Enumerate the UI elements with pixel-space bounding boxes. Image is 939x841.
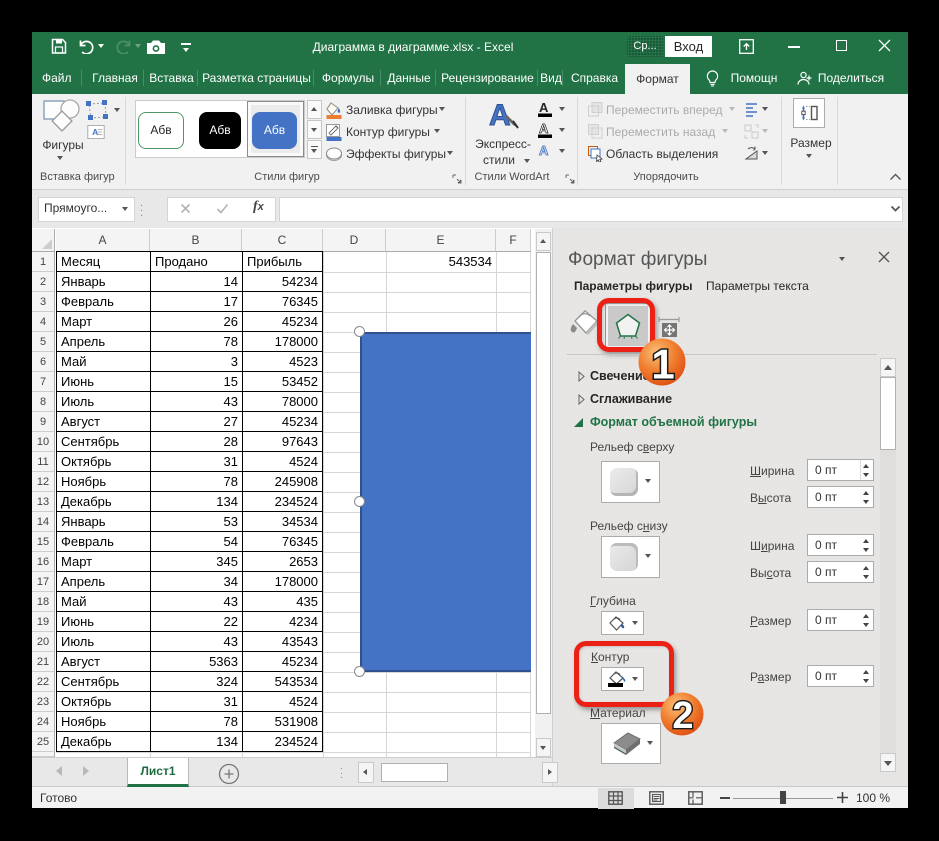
svg-text:А: А [539, 143, 549, 158]
svg-text:А: А [539, 100, 549, 115]
svg-text:2: 2 [672, 695, 693, 736]
svg-text:1: 1 [651, 341, 674, 387]
svg-text:А: А [489, 99, 511, 131]
svg-text:A: A [92, 127, 98, 137]
svg-text:А: А [539, 121, 549, 136]
